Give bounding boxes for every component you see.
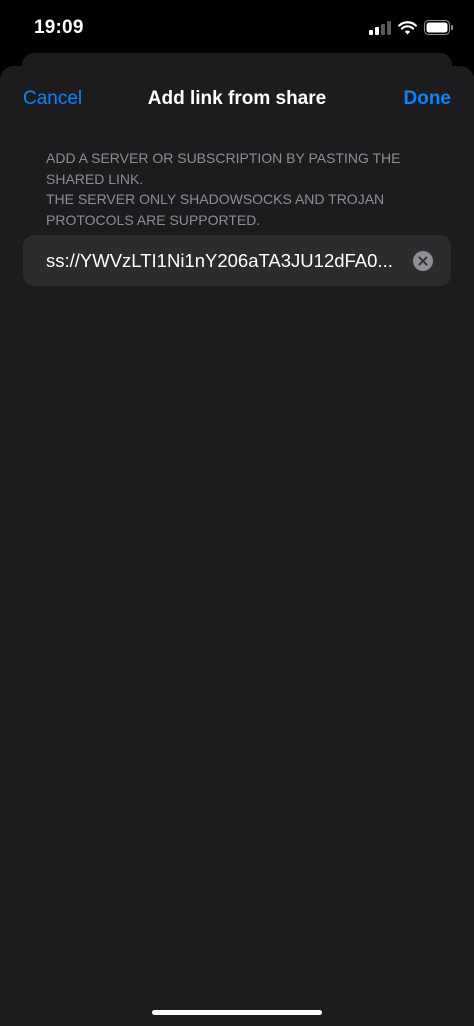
- battery-icon: [424, 20, 453, 35]
- home-indicator[interactable]: [152, 1010, 322, 1015]
- section-header-instruction: ADD A SERVER OR SUBSCRIPTION BY PASTING …: [46, 150, 401, 187]
- status-time: 19:09: [34, 17, 84, 38]
- share-link-input[interactable]: ss://YWVzLTI1Ni1nY206aTA3JU12dFA0...: [46, 235, 398, 286]
- wifi-icon: [398, 20, 417, 34]
- link-input-cell: ss://YWVzLTI1Ni1nY206aTA3JU12dFA0...: [23, 235, 451, 286]
- screen: 19:09 Cancel Add link from share Done AD…: [0, 0, 474, 1026]
- clear-text-button[interactable]: [413, 251, 433, 271]
- section-header: ADD A SERVER OR SUBSCRIPTION BY PASTING …: [46, 148, 446, 230]
- signal-icon: [369, 20, 391, 35]
- section-header-protocols: THE SERVER ONLY SHADOWSOCKS AND TROJAN P…: [46, 191, 385, 228]
- navigation-bar: Cancel Add link from share Done: [0, 66, 474, 132]
- close-icon: [418, 256, 428, 266]
- status-icons: [369, 20, 454, 35]
- status-bar: 19:09: [0, 0, 474, 56]
- done-button[interactable]: Done: [404, 88, 452, 110]
- add-link-sheet: Cancel Add link from share Done ADD A SE…: [0, 66, 474, 1026]
